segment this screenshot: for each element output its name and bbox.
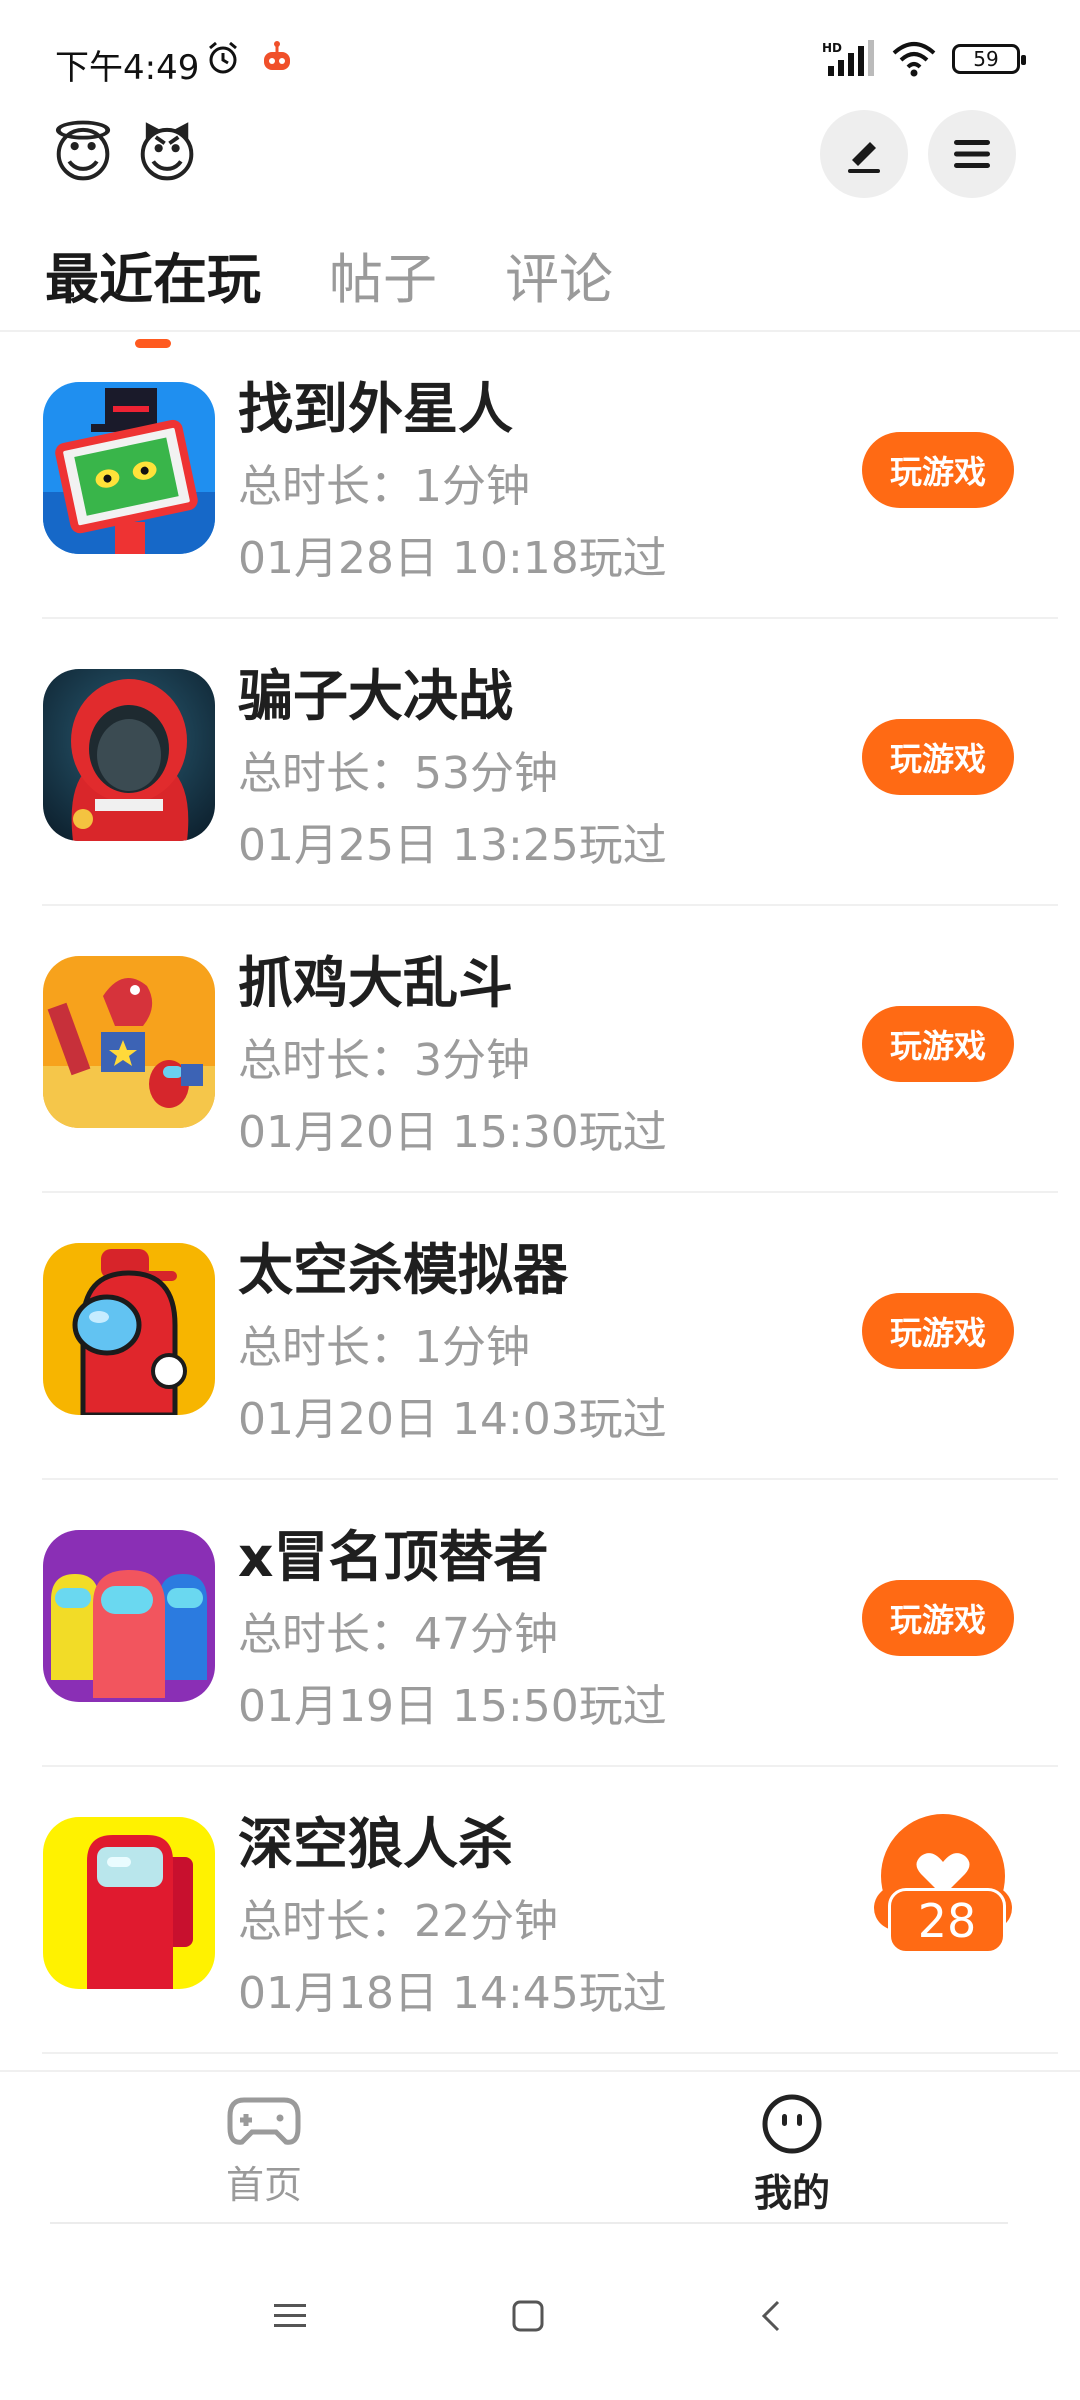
- tab-comments[interactable]: 评论: [505, 235, 613, 314]
- page: 下午4:49 HD 59 😇 😈 最近在玩 帖子 评论 找到外星人 总时长：1分…: [0, 0, 1080, 2400]
- game-thumbnail[interactable]: [43, 1817, 215, 1989]
- nav-home[interactable]: 首页: [174, 2092, 354, 2209]
- edit-icon: [848, 142, 880, 173]
- play-game-button[interactable]: 玩游戏: [862, 432, 1014, 508]
- system-nav-bar: [0, 2240, 1080, 2400]
- game-title: 抓鸡大乱斗: [238, 951, 514, 1015]
- game-last-played: 01月18日 14:45玩过: [238, 1968, 667, 2019]
- home-button[interactable]: [498, 2286, 558, 2346]
- game-list: 找到外星人 总时长：1分钟 01月28日 10:18玩过 玩游戏 骗子大决战 总…: [0, 332, 1080, 2054]
- play-game-button[interactable]: 玩游戏: [862, 1006, 1014, 1082]
- game-title: 骗子大决战: [238, 664, 514, 728]
- game-last-played: 01月20日 15:30玩过: [238, 1107, 667, 1158]
- app-notification-icon: [264, 41, 290, 70]
- game-last-played: 01月19日 15:50玩过: [238, 1681, 667, 1732]
- status-bar: 下午4:49 HD 59: [0, 0, 1080, 120]
- list-item[interactable]: 找到外星人 总时长：1分钟 01月28日 10:18玩过 玩游戏: [0, 332, 1080, 619]
- game-thumbnail[interactable]: [43, 956, 215, 1128]
- back-arrow-icon: [761, 2300, 780, 2332]
- game-last-played: 01月20日 14:03玩过: [238, 1394, 667, 1445]
- avatar-devil[interactable]: 😈: [129, 118, 205, 194]
- game-thumbnail[interactable]: [43, 669, 215, 841]
- signal-icon: HD: [822, 40, 874, 76]
- game-thumbnail[interactable]: [43, 1530, 215, 1702]
- profile-face-icon: [762, 2094, 822, 2154]
- play-game-button[interactable]: 玩游戏: [862, 719, 1014, 795]
- game-last-played: 01月25日 13:25玩过: [238, 820, 667, 871]
- game-duration: 总时长：47分钟: [238, 1609, 558, 1660]
- alarm-icon: [209, 41, 237, 74]
- tab-posts[interactable]: 帖子: [329, 235, 437, 314]
- game-last-played: 01月28日 10:18玩过: [238, 533, 667, 584]
- wifi-icon: [892, 42, 936, 77]
- tab-bar: 最近在玩 帖子 评论: [45, 235, 613, 348]
- like-badge[interactable]: 28: [866, 1808, 1020, 1962]
- avatar-group[interactable]: 😇 😈: [45, 118, 205, 194]
- recent-apps-button[interactable]: [260, 2286, 320, 2346]
- nav-mine-label: 我的: [754, 2162, 830, 2223]
- game-title: x冒名顶替者: [238, 1525, 549, 1589]
- play-game-button[interactable]: 玩游戏: [862, 1293, 1014, 1369]
- list-item[interactable]: 抓鸡大乱斗 总时长：3分钟 01月20日 15:30玩过 玩游戏: [0, 906, 1080, 1193]
- game-duration: 总时长：22分钟: [238, 1896, 558, 1947]
- battery-indicator: 59: [952, 44, 1026, 74]
- game-title: 找到外星人: [238, 377, 514, 441]
- list-item[interactable]: x冒名顶替者 总时长：47分钟 01月19日 15:50玩过 玩游戏: [0, 1480, 1080, 1767]
- nav-mine[interactable]: 我的: [702, 2092, 882, 2223]
- game-duration: 总时长：1分钟: [238, 1322, 530, 1373]
- svg-text:HD: HD: [822, 41, 842, 55]
- list-item[interactable]: 骗子大决战 总时长：53分钟 01月25日 13:25玩过 玩游戏: [0, 619, 1080, 906]
- game-duration: 总时长：3分钟: [238, 1035, 530, 1086]
- bottom-nav: 首页 我的: [0, 2070, 1080, 2230]
- avatar-angel[interactable]: 😇: [45, 118, 121, 194]
- recent-apps-icon: [274, 2304, 306, 2327]
- game-title: 深空狼人杀: [238, 1812, 514, 1876]
- like-count: 28: [888, 1888, 1006, 1954]
- game-thumbnail[interactable]: [43, 1243, 215, 1415]
- menu-icon: [954, 140, 990, 168]
- status-time: 下午4:49: [55, 48, 200, 88]
- list-item[interactable]: 太空杀模拟器 总时长：1分钟 01月20日 14:03玩过 玩游戏: [0, 1193, 1080, 1480]
- gamepad-icon: [227, 2097, 301, 2145]
- nav-home-label: 首页: [225, 2163, 302, 2207]
- home-square-icon: [512, 2300, 544, 2332]
- game-duration: 总时长：1分钟: [238, 461, 530, 512]
- tab-recently-played[interactable]: 最近在玩: [45, 235, 261, 348]
- game-title: 太空杀模拟器: [238, 1238, 569, 1302]
- edit-button[interactable]: [820, 110, 908, 198]
- game-duration: 总时长：53分钟: [238, 748, 558, 799]
- back-button[interactable]: [742, 2286, 802, 2346]
- play-game-button[interactable]: 玩游戏: [862, 1580, 1014, 1656]
- menu-button[interactable]: [928, 110, 1016, 198]
- game-thumbnail[interactable]: [43, 382, 215, 554]
